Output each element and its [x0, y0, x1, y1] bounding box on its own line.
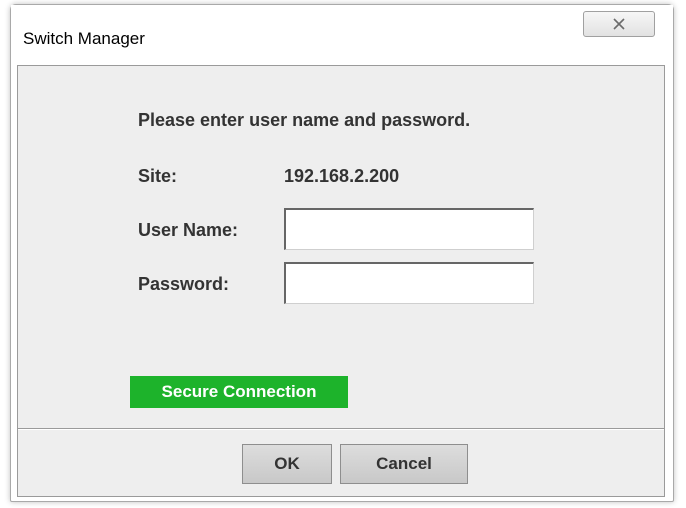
title-bar: Switch Manager — [11, 5, 673, 67]
close-button[interactable] — [583, 11, 655, 37]
password-field[interactable] — [284, 262, 534, 304]
site-value: 192.168.2.200 — [284, 166, 400, 186]
login-dialog-window: Switch Manager Please enter user name an… — [10, 4, 674, 502]
secure-connection-badge: Secure Connection — [130, 376, 348, 408]
window-title: Switch Manager — [23, 29, 145, 48]
dialog-content: Please enter user name and password. Sit… — [17, 65, 665, 497]
password-label: Password: — [138, 274, 230, 294]
cancel-button[interactable]: Cancel — [340, 444, 468, 484]
ok-button[interactable]: OK — [242, 444, 332, 484]
username-field[interactable] — [284, 208, 534, 250]
username-label: User Name: — [138, 220, 239, 240]
login-prompt: Please enter user name and password. — [138, 110, 471, 130]
site-label: Site: — [138, 166, 178, 186]
button-divider — [18, 428, 664, 430]
close-x-icon — [613, 18, 625, 30]
